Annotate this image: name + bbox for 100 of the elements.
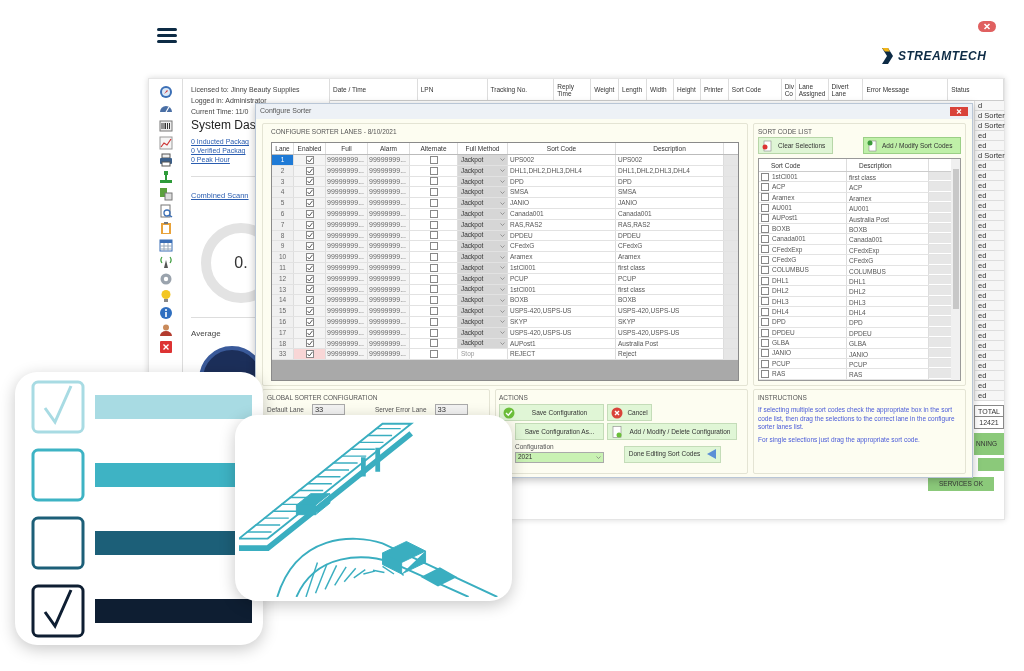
document-search-icon[interactable] (158, 204, 173, 218)
checkbox[interactable] (305, 209, 314, 218)
caret-icon (500, 320, 505, 324)
checkbox[interactable] (429, 307, 438, 316)
menu-icon[interactable] (157, 27, 177, 43)
checkbox[interactable] (305, 339, 314, 348)
checkbox[interactable] (429, 328, 438, 337)
caret-icon (500, 201, 505, 205)
checkbox[interactable] (429, 188, 438, 197)
checkbox[interactable] (429, 263, 438, 272)
caret-icon (500, 266, 505, 270)
checkbox[interactable] (761, 183, 769, 192)
checkbox[interactable] (761, 276, 769, 285)
logo-text: STREAMTECH (898, 50, 987, 62)
caret-icon (500, 331, 505, 335)
scrollbar-thumb[interactable] (952, 169, 959, 309)
checkbox[interactable] (305, 285, 314, 294)
gauge-value: 0. (234, 253, 248, 274)
checkbox[interactable] (305, 296, 314, 305)
checkbox[interactable] (429, 155, 438, 164)
close-icon[interactable] (978, 21, 996, 32)
average-label: Average (191, 328, 221, 341)
checkbox[interactable] (761, 349, 769, 358)
checkbox[interactable] (429, 209, 438, 218)
checkbox[interactable] (429, 220, 438, 229)
caret-icon (500, 233, 505, 237)
checkbox[interactable] (761, 307, 769, 316)
caret-icon (500, 255, 505, 259)
checkbox[interactable] (761, 287, 769, 295)
info-icon[interactable] (158, 306, 173, 320)
line-chart-icon[interactable] (158, 136, 173, 150)
checkbox[interactable] (305, 166, 314, 175)
checkbox[interactable] (305, 177, 314, 186)
spreadsheet-icon[interactable] (158, 187, 173, 201)
document-icon (611, 425, 623, 438)
caret-icon (596, 455, 601, 459)
checkbox[interactable] (305, 263, 314, 272)
printer-icon[interactable] (158, 153, 173, 167)
checkbox[interactable] (761, 297, 769, 306)
lightbulb-icon[interactable] (158, 289, 173, 303)
caret-icon (500, 277, 505, 281)
caret-icon (500, 212, 505, 216)
checkbox[interactable] (305, 220, 314, 229)
checkbox[interactable] (761, 172, 769, 181)
checkbox[interactable] (429, 166, 438, 175)
caret-icon (500, 244, 505, 248)
logo-icon (882, 48, 894, 64)
scrollbar[interactable] (951, 159, 960, 380)
cancel-icon (611, 406, 623, 419)
caret-icon (500, 223, 505, 227)
checkbox[interactable] (429, 285, 438, 294)
checkbox[interactable] (429, 317, 438, 326)
checkbox[interactable] (761, 214, 769, 223)
checkbox[interactable] (761, 266, 769, 275)
clipboard-icon[interactable] (158, 221, 173, 235)
conveyor-icon[interactable] (158, 170, 173, 184)
caret-icon (500, 180, 505, 183)
checkbox[interactable] (305, 231, 314, 240)
checkbox[interactable] (305, 155, 314, 164)
checkbox[interactable] (429, 296, 438, 305)
checkbox[interactable] (761, 203, 769, 212)
compass-icon[interactable] (158, 85, 173, 99)
checkbox[interactable] (761, 235, 769, 244)
dashboard-title: System Das (191, 117, 256, 133)
checkbox[interactable] (761, 359, 769, 368)
checkbox[interactable] (761, 245, 769, 254)
caret-icon (500, 158, 505, 162)
calendar-icon[interactable] (158, 238, 173, 252)
user-icon[interactable] (158, 323, 173, 337)
checkbox[interactable] (429, 231, 438, 240)
checkbox[interactable] (429, 199, 438, 208)
checkbox[interactable] (305, 350, 314, 359)
close-icon[interactable] (158, 340, 173, 354)
checkbox[interactable] (761, 338, 769, 347)
checkbox[interactable] (429, 339, 438, 348)
checkbox[interactable] (761, 224, 769, 233)
checkbox[interactable] (429, 177, 438, 186)
checkbox[interactable] (761, 328, 769, 337)
checkbox[interactable] (305, 188, 314, 197)
barcode-icon[interactable] (158, 119, 173, 133)
caret-icon (500, 309, 505, 313)
checkbox[interactable] (305, 253, 314, 262)
checkbox[interactable] (305, 242, 314, 251)
checkbox[interactable] (761, 193, 769, 202)
checkbox[interactable] (305, 274, 314, 283)
caret-icon (500, 298, 505, 302)
checkbox[interactable] (305, 317, 314, 326)
checkbox[interactable] (305, 328, 314, 337)
antenna-icon[interactable] (158, 255, 173, 269)
checkbox[interactable] (429, 242, 438, 251)
checkbox[interactable] (429, 274, 438, 283)
close-button[interactable] (950, 107, 968, 116)
checkbox[interactable] (761, 370, 769, 379)
checkbox[interactable] (305, 307, 314, 316)
arrow-icon (705, 448, 717, 461)
checkbox[interactable] (305, 199, 314, 208)
checkbox[interactable] (761, 255, 769, 264)
checkbox[interactable] (429, 350, 438, 359)
checkbox[interactable] (761, 318, 769, 327)
checkbox[interactable] (429, 253, 438, 262)
